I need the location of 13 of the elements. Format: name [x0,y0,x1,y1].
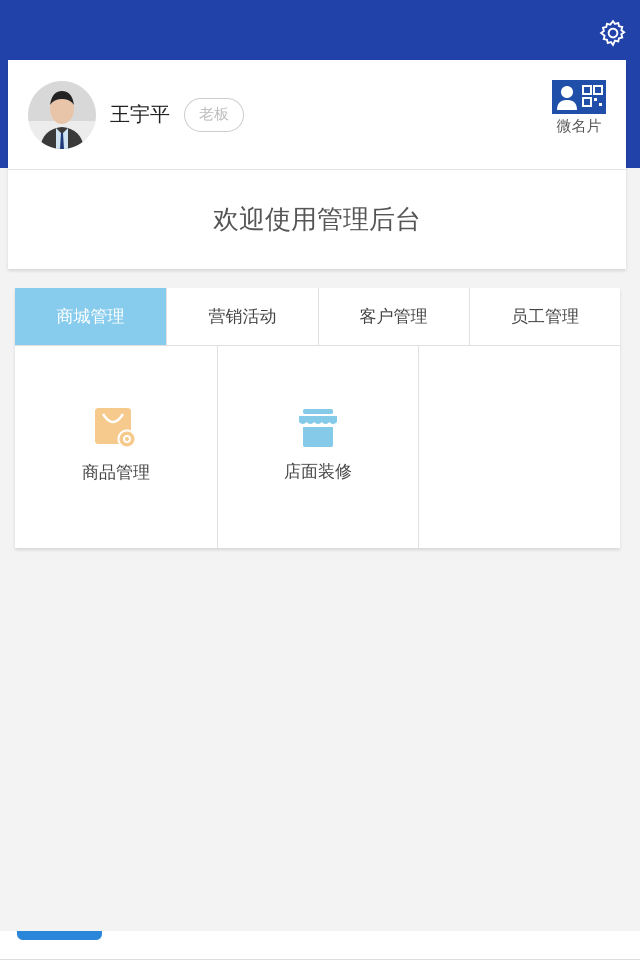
shopping-bag-icon [94,408,137,448]
store-icon [296,409,339,448]
tile-label[interactable]: 店面装修 [284,459,352,485]
tile-label[interactable]: 商品管理 [82,460,150,486]
settings-icon[interactable] [598,18,628,48]
tab[interactable]: 客户管理 [318,288,469,345]
user-name: 王宇平 [110,102,170,128]
welcome-title: 欢迎使用管理后台 [213,203,421,236]
card-label[interactable]: 微名片 [556,116,602,139]
card-qr-icon[interactable] [552,80,606,114]
tab[interactable]: 员工管理 [468,288,620,345]
role-badge: 老板 [184,98,244,132]
tab[interactable]: 营销活动 [166,288,318,345]
